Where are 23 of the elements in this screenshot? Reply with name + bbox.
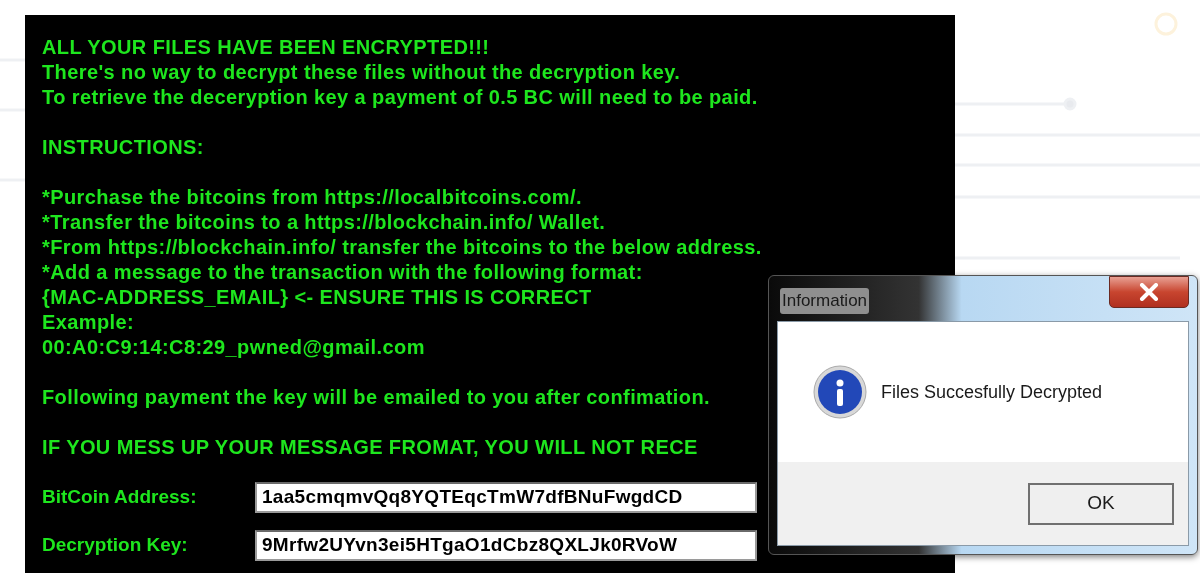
message-line: *Add a message to the transaction with the following format: xyxy=(42,260,643,285)
message-line: Example: xyxy=(42,310,135,335)
message-line: {MAC-ADDRESS_EMAIL} <- ENSURE THIS IS CORRECT xyxy=(42,285,592,310)
message-line: Following payment the key will be emailed to you after confimation. xyxy=(42,385,710,410)
window-title: Information xyxy=(780,288,870,314)
close-button[interactable] xyxy=(1109,276,1189,308)
message-line: There's no way to decrypt these files without the decryption key. xyxy=(42,60,681,85)
message-line: 00:A0:C9:14:C8:29_pwned@gmail.com xyxy=(42,335,425,360)
message-line: *From https://blockchain.info/ transfer the bitcoins to the below address. xyxy=(42,235,762,260)
info-icon xyxy=(813,365,867,419)
message-line: ALL YOUR FILES HAVE BEEN ENCRYPTED!!! xyxy=(42,35,490,60)
input-field[interactable]: 1aa5cmqmvQq8YQTEqcTmW7dfBNuFwgdCD xyxy=(255,482,757,513)
message-line: To retrieve the deceryption key a payment of 0.5 BC will need to be paid. xyxy=(42,85,758,110)
message-line: INSTRUCTIONS: xyxy=(42,135,204,160)
message-line: *Purchase the bitcoins from https://localbitcoins.com/. xyxy=(42,185,582,210)
field-label: BitCoin Address: xyxy=(42,485,198,510)
dialog-message: Files Succesfully Decrypted xyxy=(881,380,1103,404)
input-field[interactable]: 9Mrfw2UYvn3ei5HTgaO1dCbz8QXLJk0RVoW xyxy=(255,530,757,561)
close-icon xyxy=(1139,283,1159,301)
message-line: *Transfer the bitcoins to a https://blockchain.info/ Wallet. xyxy=(42,210,606,235)
message-line: IF YOU MESS UP YOUR MESSAGE FROMAT, YOU WILL NOT RECE xyxy=(42,435,698,460)
field-label: Decryption Key: xyxy=(42,533,189,558)
ok-button[interactable]: OK xyxy=(1028,482,1174,525)
